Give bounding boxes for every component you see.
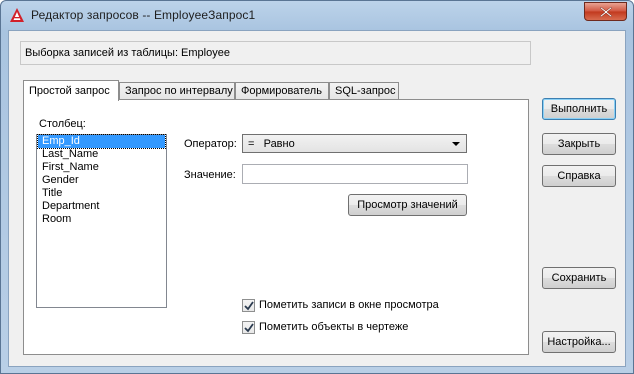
button-label: Сохранить — [551, 272, 607, 284]
close-button[interactable]: Закрыть — [542, 133, 616, 155]
button-label: Закрыть — [557, 138, 601, 150]
operator-value: = Равно — [248, 138, 295, 150]
save-button[interactable]: Сохранить — [542, 267, 616, 289]
column-label: Столбец: — [39, 118, 86, 130]
list-item[interactable]: Last_Name — [38, 148, 165, 161]
mark-objects-checkbox[interactable] — [242, 321, 255, 334]
value-label: Значение: — [184, 169, 236, 181]
title-bar[interactable]: Редактор запросов -- EmployeeЗапрос1 — [1, 1, 633, 31]
list-item[interactable]: Room — [38, 213, 165, 226]
list-item[interactable]: Title — [38, 187, 165, 200]
checkmark-icon — [244, 323, 254, 333]
tab-label: Простой запрос — [29, 85, 110, 97]
list-item[interactable]: Department — [38, 200, 165, 213]
button-label: Справка — [557, 170, 601, 182]
autocad-app-icon — [10, 8, 24, 22]
tab-label: Запрос по интервалу — [125, 85, 233, 97]
source-table-label: Выборка записей из таблицы: Employee — [25, 47, 230, 59]
operator-select[interactable]: = Равно — [242, 134, 467, 153]
value-input[interactable] — [242, 164, 468, 184]
window-title: Редактор запросов -- EmployeeЗапрос1 — [31, 8, 256, 22]
list-item[interactable]: First_Name — [38, 161, 165, 174]
settings-button[interactable]: Настройка... — [542, 331, 616, 353]
help-button[interactable]: Справка — [542, 165, 616, 187]
highlight-in-view-checkbox[interactable] — [242, 299, 255, 312]
button-label: Выполнить — [550, 103, 608, 115]
simple-query-panel: Столбец: Emp_Id Last_Name First_Name Gen… — [23, 99, 529, 355]
button-label: Настройка... — [547, 336, 611, 348]
list-item[interactable]: Gender — [38, 174, 165, 187]
dialog-client-area: Выборка записей из таблицы: Employee Про… — [8, 30, 626, 367]
button-label: Просмотр значений — [357, 199, 458, 211]
mark-objects-label[interactable]: Пометить объекты в чертеже — [259, 321, 408, 333]
source-table-box: Выборка записей из таблицы: Employee — [20, 41, 531, 65]
highlight-in-view-label[interactable]: Пометить записи в окне просмотра — [259, 299, 439, 311]
operator-label: Оператор: — [184, 138, 237, 150]
execute-button[interactable]: Выполнить — [542, 98, 616, 120]
tab-builder[interactable]: Формирователь — [235, 82, 329, 100]
column-listbox[interactable]: Emp_Id Last_Name First_Name Gender Title… — [36, 134, 167, 308]
chevron-down-icon — [452, 142, 460, 146]
close-window-button[interactable] — [584, 2, 627, 21]
tab-sql-query[interactable]: SQL-запрос — [329, 82, 399, 100]
browse-values-button[interactable]: Просмотр значений — [348, 194, 467, 216]
dialog-window: Редактор запросов -- EmployeeЗапрос1 Выб… — [0, 0, 634, 374]
tab-label: Формирователь — [241, 85, 322, 97]
tab-simple-query[interactable]: Простой запрос — [23, 80, 119, 101]
list-item[interactable]: Emp_Id — [37, 134, 166, 149]
checkmark-icon — [244, 301, 254, 311]
tab-interval-query[interactable]: Запрос по интервалу — [119, 82, 235, 100]
close-icon — [600, 7, 612, 17]
tab-label: SQL-запрос — [335, 85, 396, 97]
